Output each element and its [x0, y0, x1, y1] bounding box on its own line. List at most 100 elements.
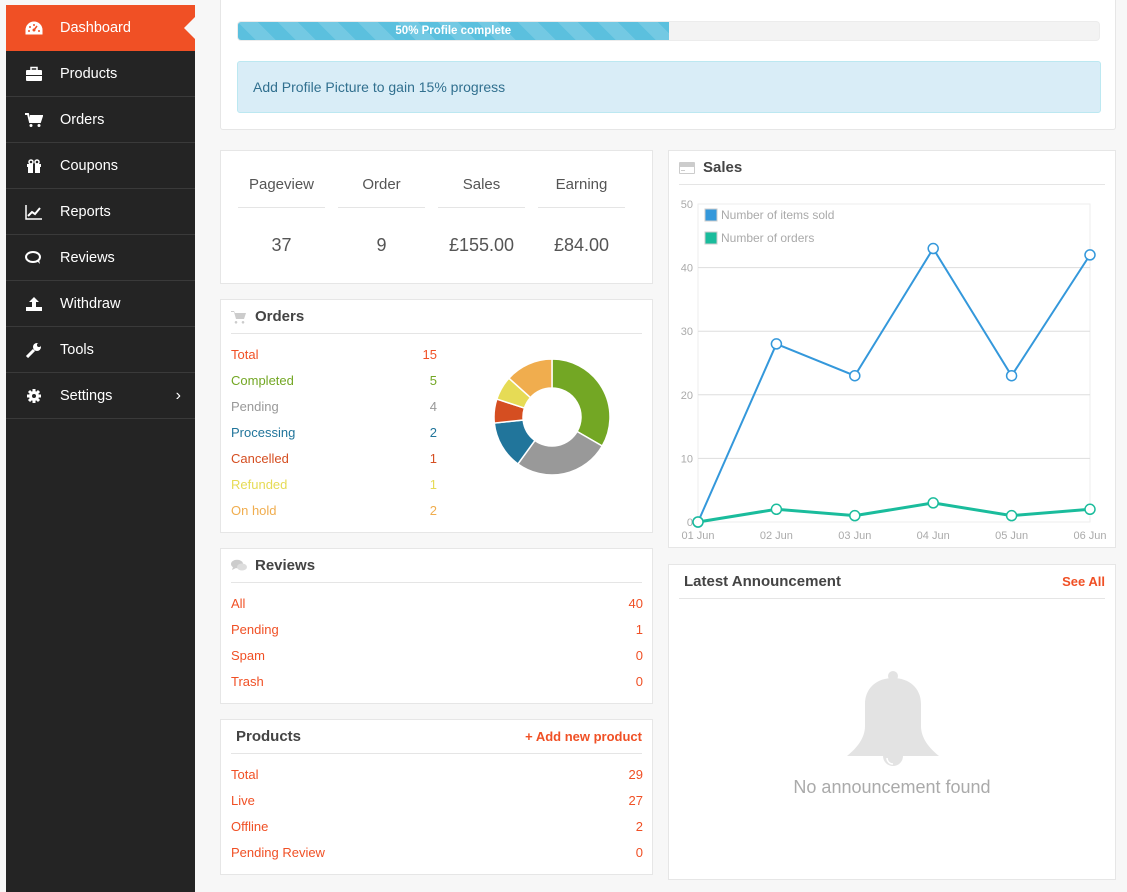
y-tick-label: 10 — [681, 453, 693, 465]
list-item[interactable]: All 40 — [231, 590, 643, 616]
sidebar-item-products[interactable]: Products — [6, 51, 195, 97]
orders-donut-chart — [493, 358, 611, 476]
list-item-label[interactable]: Pending — [231, 399, 430, 414]
stat-earning: Earning £84.00 — [538, 151, 625, 268]
sidebar-item-withdraw[interactable]: Withdraw — [6, 281, 195, 327]
sidebar-item-coupons[interactable]: Coupons — [6, 143, 195, 189]
y-tick-label: 50 — [681, 199, 693, 211]
list-item-label[interactable]: Trash — [231, 674, 636, 689]
sidebar-item-label: Reports — [60, 203, 111, 220]
x-tick-label: 02 Jun — [760, 530, 793, 542]
data-point[interactable] — [1084, 249, 1096, 261]
stat-label: Sales — [438, 151, 525, 208]
data-point[interactable] — [770, 338, 783, 350]
list-item-label[interactable]: Offline — [231, 819, 636, 834]
data-point[interactable] — [1005, 369, 1018, 382]
credit-card-icon — [679, 161, 695, 175]
sales-card-header: Sales — [679, 151, 1105, 185]
x-tick-label: 01 Jun — [681, 530, 714, 542]
x-tick-label: 06 Jun — [1073, 530, 1106, 542]
gear-icon — [24, 388, 44, 404]
reviews-card-header: Reviews — [231, 549, 642, 583]
list-item[interactable]: Pending 4 — [231, 393, 437, 419]
data-point[interactable] — [849, 509, 861, 522]
stat-sales: Sales £155.00 — [438, 151, 525, 268]
add-new-product-link[interactable]: + Add new product — [525, 729, 642, 744]
stat-pageview: Pageview 37 — [238, 151, 325, 268]
bell-icon — [847, 671, 939, 766]
reviews-card-title: Reviews — [255, 557, 316, 574]
list-item-label[interactable]: Total — [231, 767, 629, 782]
orders-status-list: Total 15 Completed 5 Pending 4 Processing 2… — [231, 341, 437, 523]
y-tick-label: 40 — [681, 263, 693, 275]
sidebar-item-label: Reviews — [60, 249, 115, 266]
announcement-card: Latest Announcement See All No announcem… — [668, 564, 1116, 880]
list-item-count: 15 — [422, 346, 437, 362]
data-point[interactable] — [1084, 503, 1096, 516]
sidebar-item-tools[interactable]: Tools — [6, 327, 195, 373]
see-all-link[interactable]: See All — [1062, 574, 1105, 589]
announcement-card-header: Latest Announcement See All — [679, 565, 1105, 599]
list-item-count: 2 — [429, 502, 437, 518]
list-item[interactable]: Total 29 — [231, 761, 643, 787]
list-item-label[interactable]: Pending — [231, 622, 636, 637]
list-item[interactable]: Refunded 1 — [231, 471, 437, 497]
cart-icon — [231, 310, 247, 324]
list-item-label[interactable]: Refunded — [231, 477, 430, 492]
list-item[interactable]: Pending Review 0 — [231, 839, 643, 865]
legend-swatch — [704, 231, 718, 245]
data-point[interactable] — [849, 369, 861, 382]
progress-fill: 50% Profile complete — [238, 22, 669, 40]
list-item[interactable]: Completed 5 — [231, 367, 437, 393]
list-item[interactable]: Pending 1 — [231, 616, 643, 642]
series-line-1 — [697, 501, 1091, 524]
list-item-label[interactable]: On hold — [231, 503, 430, 518]
sidebar-item-settings[interactable]: Settings › — [6, 373, 195, 419]
stat-value: 9 — [376, 235, 387, 255]
list-item-count: 2 — [635, 818, 643, 834]
list-item[interactable]: Offline 2 — [231, 813, 643, 839]
sidebar-item-orders[interactable]: Orders — [6, 97, 195, 143]
list-item-label[interactable]: All — [231, 596, 629, 611]
comments-icon — [231, 559, 247, 573]
list-item-label[interactable]: Cancelled — [231, 451, 430, 466]
list-item-label[interactable]: Spam — [231, 648, 636, 663]
sidebar-item-dashboard[interactable]: Dashboard — [6, 5, 195, 51]
products-status-list: Total 29 Live 27 Offline 2 Pending Review 0 — [231, 761, 643, 865]
list-item-label[interactable]: Pending Review — [231, 845, 636, 860]
legend-label: Number of orders — [721, 231, 814, 245]
list-item-count: 27 — [628, 792, 643, 808]
profile-progress-bar: 50% Profile complete — [237, 21, 1100, 41]
list-item-label[interactable]: Processing — [231, 425, 430, 440]
list-item[interactable]: Live 27 — [231, 787, 643, 813]
list-item-label[interactable]: Completed — [231, 373, 430, 388]
x-tick-label: 03 Jun — [838, 530, 871, 542]
data-point[interactable] — [927, 497, 939, 509]
list-item-count: 1 — [429, 450, 437, 466]
list-item[interactable]: Total 15 — [231, 341, 437, 367]
sidebar-item-reviews[interactable]: Reviews — [6, 235, 195, 281]
list-item[interactable]: Processing 2 — [231, 419, 437, 445]
sidebar-item-label: Products — [60, 65, 118, 82]
list-item-count: 1 — [429, 476, 437, 492]
data-point[interactable] — [770, 503, 783, 516]
y-tick-label: 0 — [687, 517, 693, 529]
list-item[interactable]: Cancelled 1 — [231, 445, 437, 471]
reviews-card: Reviews All 40 Pending 1 Spam 0 Trash 0 — [220, 548, 653, 704]
list-item[interactable]: Spam 0 — [231, 642, 643, 668]
cart-icon — [24, 112, 44, 128]
list-item[interactable]: Trash 0 — [231, 668, 643, 694]
sidebar-item-label: Settings — [60, 387, 113, 404]
upload-icon — [24, 296, 44, 312]
data-point[interactable] — [1005, 509, 1018, 522]
list-item-label[interactable]: Live — [231, 793, 629, 808]
profile-hint-alert[interactable]: Add Profile Picture to gain 15% progress — [237, 61, 1101, 113]
sidebar-item-reports[interactable]: Reports — [6, 189, 195, 235]
data-point[interactable] — [927, 242, 939, 255]
list-item-label[interactable]: Total — [231, 347, 423, 362]
line-chart-icon — [24, 204, 44, 220]
data-point[interactable] — [692, 516, 704, 528]
list-item[interactable]: On hold 2 — [231, 497, 437, 523]
stat-value: £155.00 — [448, 235, 515, 255]
announcement-card-title: Latest Announcement — [684, 573, 841, 590]
